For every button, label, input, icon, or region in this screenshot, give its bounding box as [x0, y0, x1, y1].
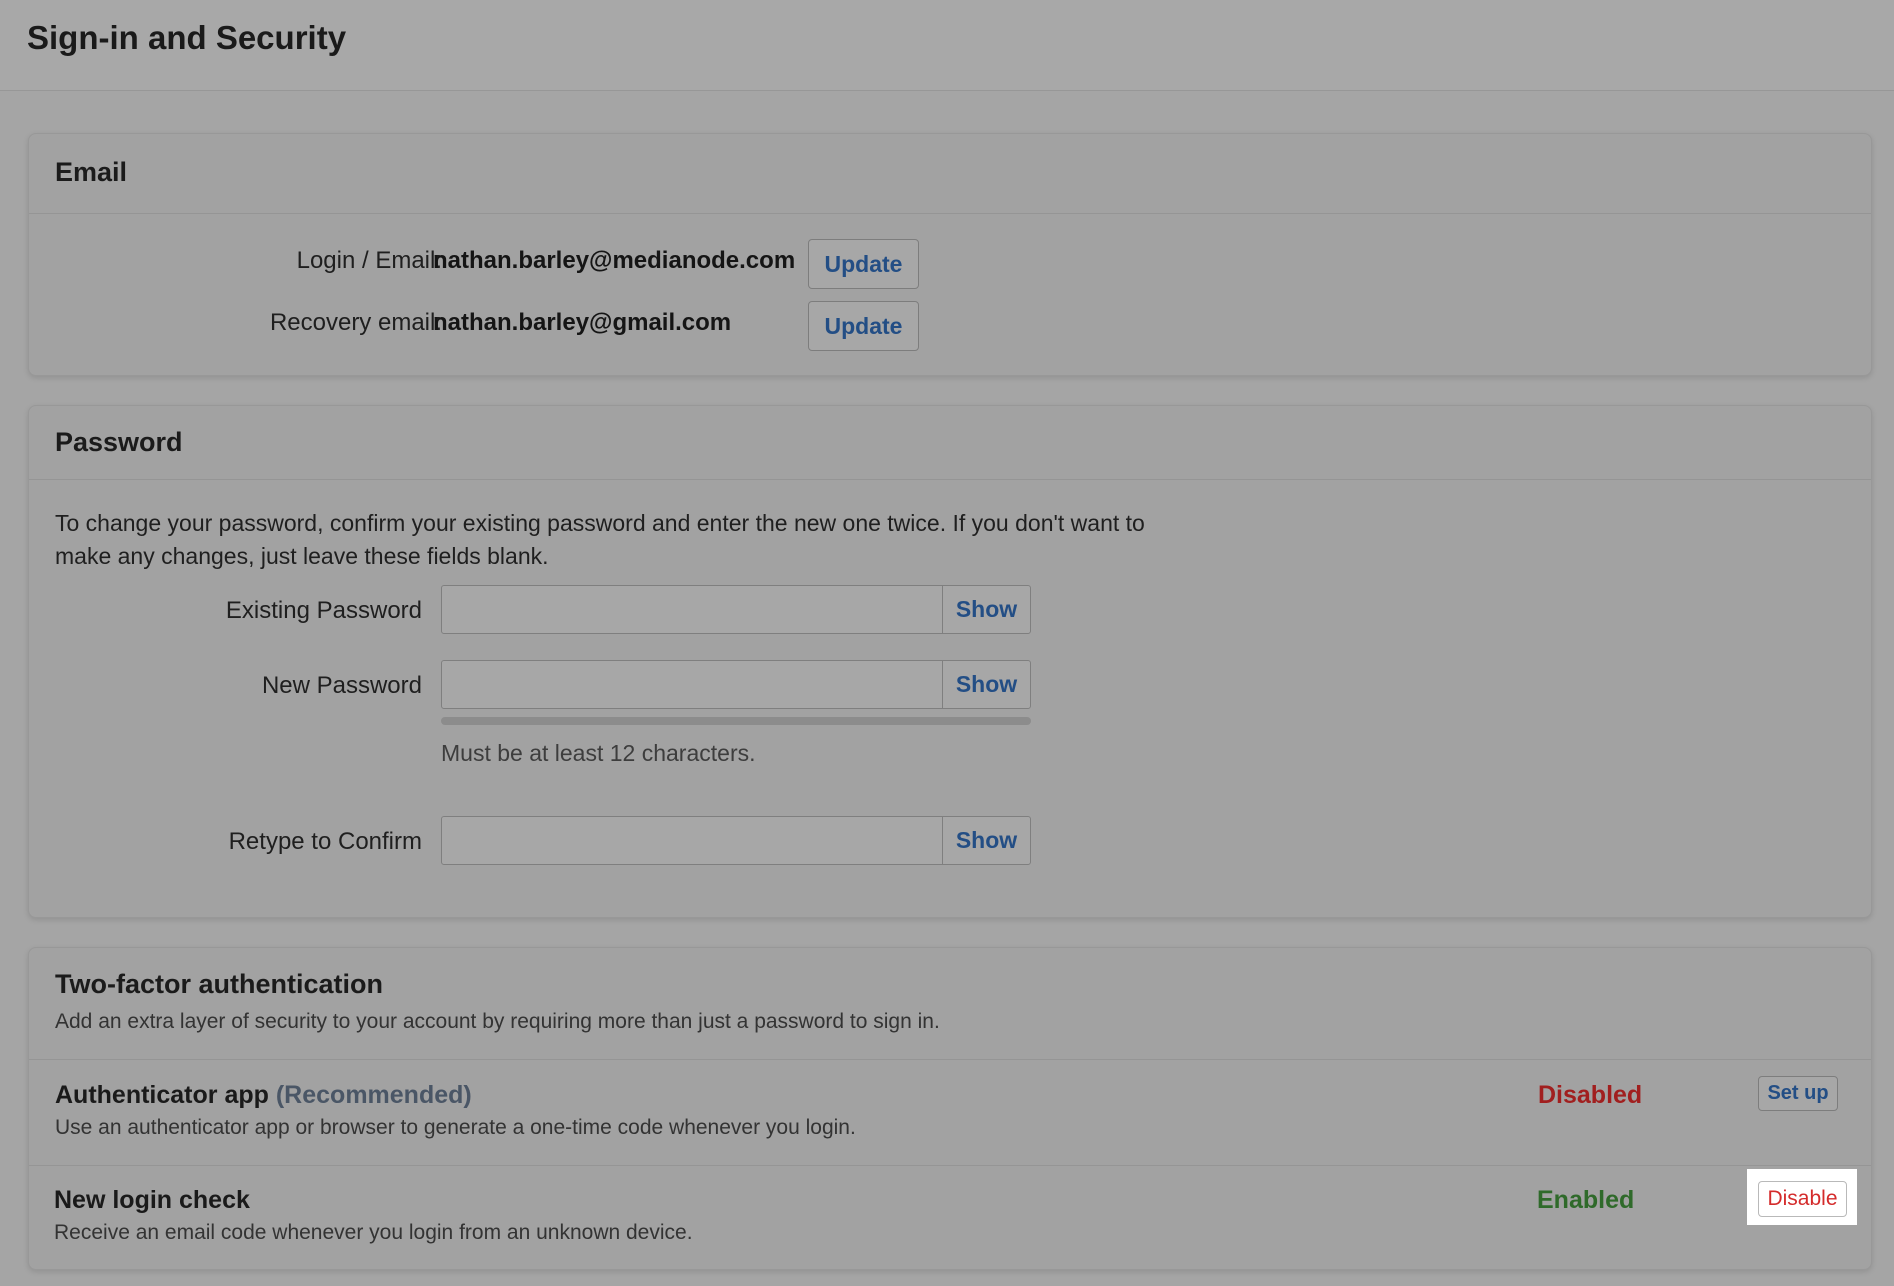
existing-password-label: Existing Password — [225, 597, 422, 624]
password-card: Password To change your password, confir… — [28, 405, 1872, 918]
existing-password-show-button[interactable]: Show — [943, 586, 1030, 633]
password-instructions-line2: make any changes, just leave these field… — [55, 543, 549, 569]
confirm-password-input[interactable] — [442, 817, 943, 864]
password-instructions: To change your password, confirm your ex… — [55, 507, 1145, 573]
authenticator-app-row: Authenticator app (Recommended) — [55, 1081, 472, 1110]
password-strength-bar — [441, 717, 1031, 725]
authenticator-app-desc: Use an authenticator app or browser to g… — [55, 1116, 856, 1139]
two-factor-section-desc: Add an extra layer of security to your a… — [55, 1010, 940, 1033]
two-factor-divider-1 — [29, 1059, 1871, 1060]
existing-password-group: Show — [441, 585, 1031, 634]
new-password-show-button[interactable]: Show — [943, 661, 1030, 708]
update-login-email-button[interactable]: Update — [808, 239, 919, 289]
authenticator-app-recommended-tag: (Recommended) — [275, 1081, 472, 1109]
confirm-password-group: Show — [441, 816, 1031, 865]
login-email-label: Login / Email: — [296, 247, 442, 274]
new-login-check-name: New login check — [54, 1186, 250, 1214]
existing-password-input[interactable] — [442, 586, 943, 633]
confirm-password-show-button[interactable]: Show — [943, 817, 1030, 864]
password-section-title: Password — [55, 427, 183, 457]
authenticator-app-setup-button[interactable]: Set up — [1758, 1076, 1838, 1111]
password-card-header: Password — [29, 406, 1871, 480]
new-login-check-disable-button[interactable]: Disable — [1758, 1181, 1847, 1217]
new-password-label: New Password — [261, 672, 422, 699]
new-password-group: Show — [441, 660, 1031, 709]
authenticator-app-name: Authenticator app — [55, 1081, 269, 1109]
login-email-value: nathan.barley@medianode.com — [433, 247, 796, 274]
password-instructions-line1: To change your password, confirm your ex… — [55, 510, 1145, 536]
email-card-header: Email — [29, 134, 1871, 214]
email-section-title: Email — [55, 157, 128, 187]
authenticator-app-status: Disabled — [1538, 1081, 1643, 1109]
email-card: Email Login / Email: nathan.barley@media… — [28, 133, 1872, 376]
confirm-password-label: Retype to Confirm — [228, 828, 422, 855]
page-header: Sign-in and Security — [0, 0, 1894, 91]
recovery-email-value: nathan.barley@gmail.com — [433, 309, 732, 336]
recovery-email-label: Recovery email: — [269, 309, 442, 336]
update-recovery-email-button[interactable]: Update — [808, 301, 919, 351]
page-title: Sign-in and Security — [27, 19, 347, 56]
new-login-check-status: Enabled — [1537, 1186, 1635, 1214]
two-factor-divider-2 — [29, 1165, 1871, 1166]
new-password-input[interactable] — [442, 661, 943, 708]
new-password-hint: Must be at least 12 characters. — [441, 740, 756, 766]
new-login-check-desc: Receive an email code whenever you login… — [54, 1221, 693, 1244]
two-factor-section-title: Two-factor authentication — [55, 969, 383, 999]
